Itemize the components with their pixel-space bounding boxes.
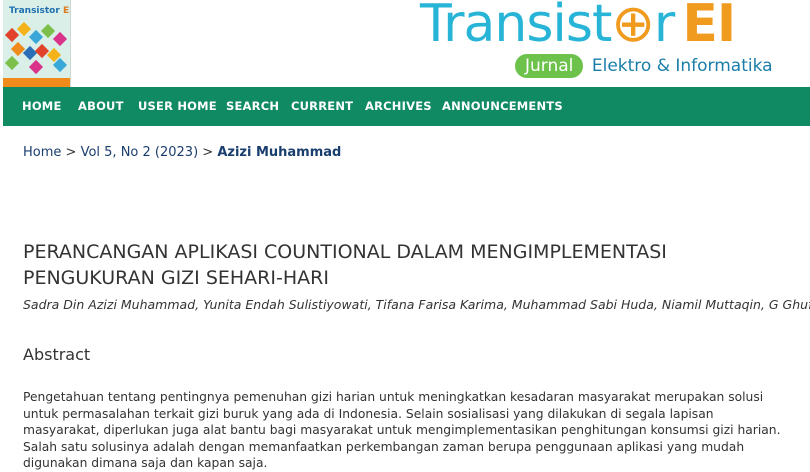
nav-announcements[interactable]: ANNOUNCEMENTS [442,87,563,126]
breadcrumb-separator: > [65,145,77,160]
journal-logo[interactable]: Transist⊕r EI [420,0,736,54]
breadcrumb: Home > Vol 5, No 2 (2023) > Azizi Muhamm… [23,145,341,160]
cover-decoration [4,55,20,71]
nav-archives[interactable]: ARCHIVES [365,87,432,126]
nav-search[interactable]: SEARCH [226,87,279,126]
cover-decoration [16,21,32,37]
cover-decoration [28,29,44,45]
breadcrumb-current-link[interactable]: Azizi Muhammad [217,145,341,160]
abstract-heading: Abstract [23,345,91,364]
breadcrumb-separator: > [202,145,214,160]
logo-wordmark: Transist⊕r EI [420,0,736,54]
main-navbar: HOME ABOUT USER HOME SEARCH CURRENT ARCH… [3,87,810,126]
journal-subtitle: Jurnal Elektro & Informatika [515,54,773,82]
breadcrumb-home-link[interactable]: Home [23,145,61,160]
nav-about[interactable]: ABOUT [78,87,124,126]
article-authors: Sadra Din Azizi Muhammad, Yunita Endah S… [23,297,810,312]
article-title: PERANCANGAN APLIKASI COUNTIONAL DALAM ME… [23,241,667,289]
nav-current[interactable]: CURRENT [291,87,353,126]
cover-decoration [28,59,44,75]
cover-title: Transistor EI [9,6,70,16]
jurnal-badge: Jurnal [515,54,584,78]
journal-cover-image[interactable]: Transistor EI [3,0,71,87]
site-header: Transistor EI Transist⊕rEI Jurnal Elektr… [0,0,810,87]
abstract-text: Pengetahuan tentang pentingnya pemenuhan… [23,390,781,470]
journal-subtitle-text: Elektro & Informatika [591,56,773,76]
transistor-symbol-icon: ⊕ [611,0,655,54]
cover-decoration [52,31,68,47]
breadcrumb-issue-link[interactable]: Vol 5, No 2 (2023) [81,145,199,160]
nav-user-home[interactable]: USER HOME [138,87,217,126]
cover-decoration [4,27,20,43]
cover-footer-strip [3,78,70,87]
cover-decoration [40,23,56,39]
nav-home[interactable]: HOME [22,87,62,126]
